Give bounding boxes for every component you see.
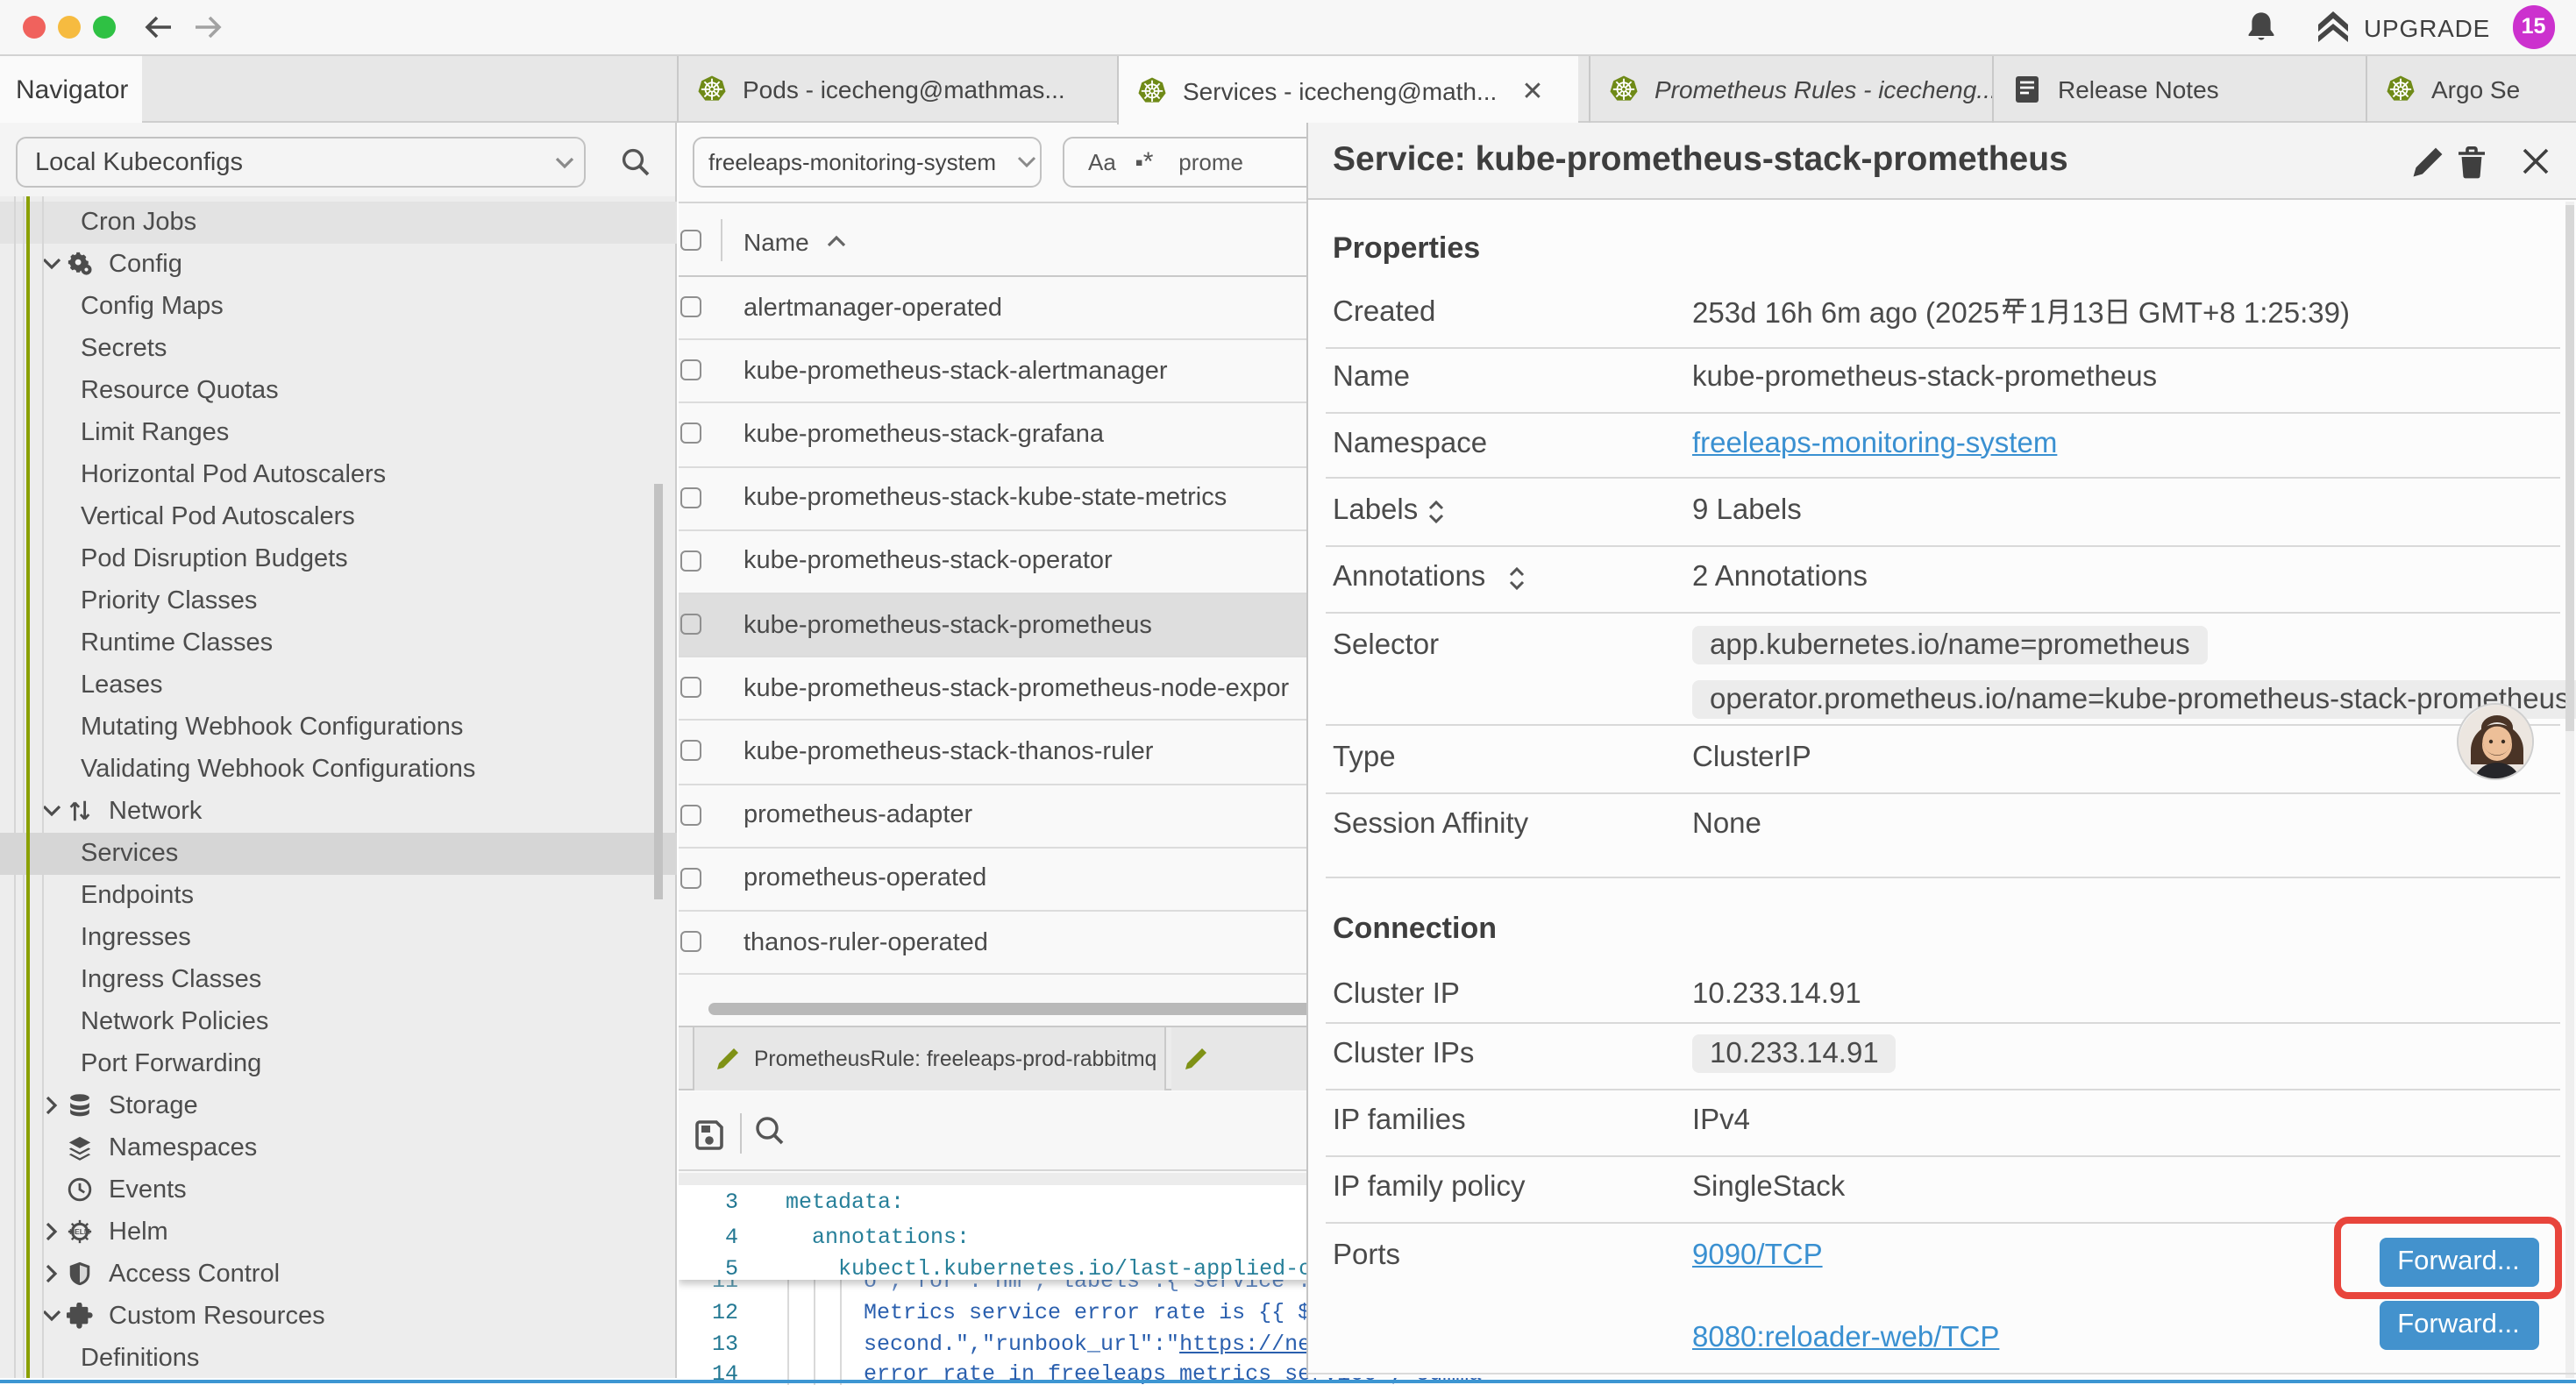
svg-text:HELM: HELM	[69, 1227, 90, 1236]
